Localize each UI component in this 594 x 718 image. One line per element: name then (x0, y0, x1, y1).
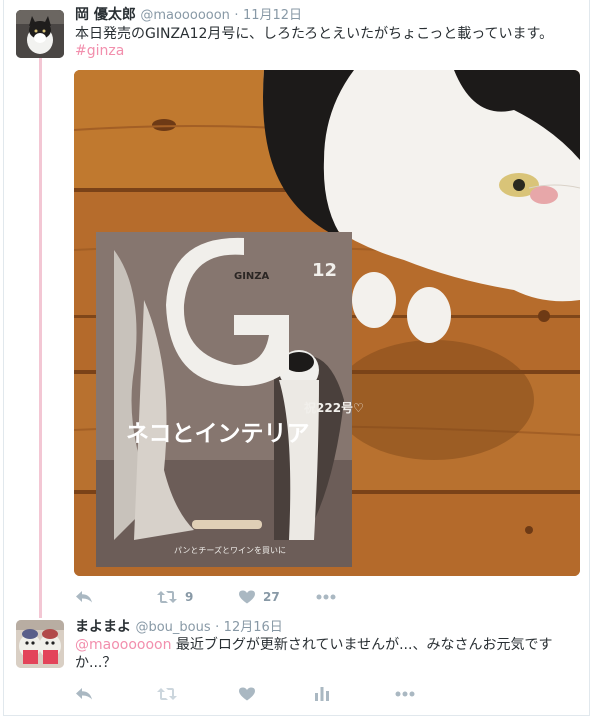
retweet-button[interactable]: 9 (157, 590, 193, 604)
display-name[interactable]: 岡 優太郎 (75, 7, 136, 23)
retweet-icon (157, 591, 177, 603)
like-button[interactable]: 27 (239, 590, 280, 604)
reply-icon (76, 591, 92, 603)
plush-toys-avatar-image (16, 620, 64, 668)
retweet-button[interactable] (157, 687, 177, 701)
separator-dot: · (215, 620, 220, 635)
tweet-header: 岡 優太郎 @maoooooon · 11月12日 (75, 6, 302, 25)
tweet-header: まよまよ @bou_bous · 12月16日 (75, 618, 283, 637)
retweet-icon (157, 688, 177, 700)
magazine-title: GINZA (234, 271, 270, 282)
mention-link[interactable]: @maoooooon (75, 637, 171, 653)
more-button[interactable] (395, 691, 415, 697)
analytics-button[interactable] (315, 687, 329, 701)
avatar[interactable] (16, 620, 64, 668)
cover-headline: ネコとインテリア (126, 421, 310, 447)
tweet-timestamp[interactable]: 11月12日 (243, 8, 302, 23)
like-count: 27 (263, 590, 280, 604)
cover-subline: パンとチーズとワインを買いに (174, 545, 286, 555)
reply-button[interactable] (75, 687, 93, 701)
display-name[interactable]: まよまよ (75, 619, 131, 635)
avatar[interactable] (16, 10, 64, 58)
hashtag-link[interactable]: #ginza (75, 43, 124, 59)
magazine-issue: 12 (312, 260, 337, 281)
more-icon (316, 594, 336, 600)
cover-badge: 祝222号♡ (304, 400, 364, 415)
heart-icon (239, 590, 255, 604)
retweet-count: 9 (185, 590, 194, 604)
tweet-text: @maoooooon 最近ブログが更新されていませんが...、みなさんお元気です… (75, 636, 565, 672)
magazine-cat-photo: GINZA 12 祝222号♡ ネコとインテリア パンとチーズとワインを買いに (74, 70, 580, 576)
username[interactable]: @maoooooon (140, 8, 230, 23)
like-button[interactable] (239, 687, 255, 701)
separator-dot: · (234, 8, 239, 23)
reply-button[interactable] (75, 590, 93, 604)
tweet-photo[interactable]: GINZA 12 祝222号♡ ネコとインテリア パンとチーズとワインを買いに (74, 70, 580, 576)
more-button[interactable] (316, 594, 336, 600)
tweet-text: 本日発売のGINZA12月号に、しろたろとえいたがちょこっと載っています。 (75, 26, 554, 42)
cat-avatar-image (16, 10, 64, 58)
username[interactable]: @bou_bous (135, 620, 210, 635)
more-icon (395, 691, 415, 697)
tweet-timestamp[interactable]: 12月16日 (224, 620, 283, 635)
reply-icon (76, 688, 92, 700)
heart-icon (239, 687, 255, 701)
analytics-icon (315, 687, 329, 701)
conversation-thread-line (39, 58, 42, 618)
